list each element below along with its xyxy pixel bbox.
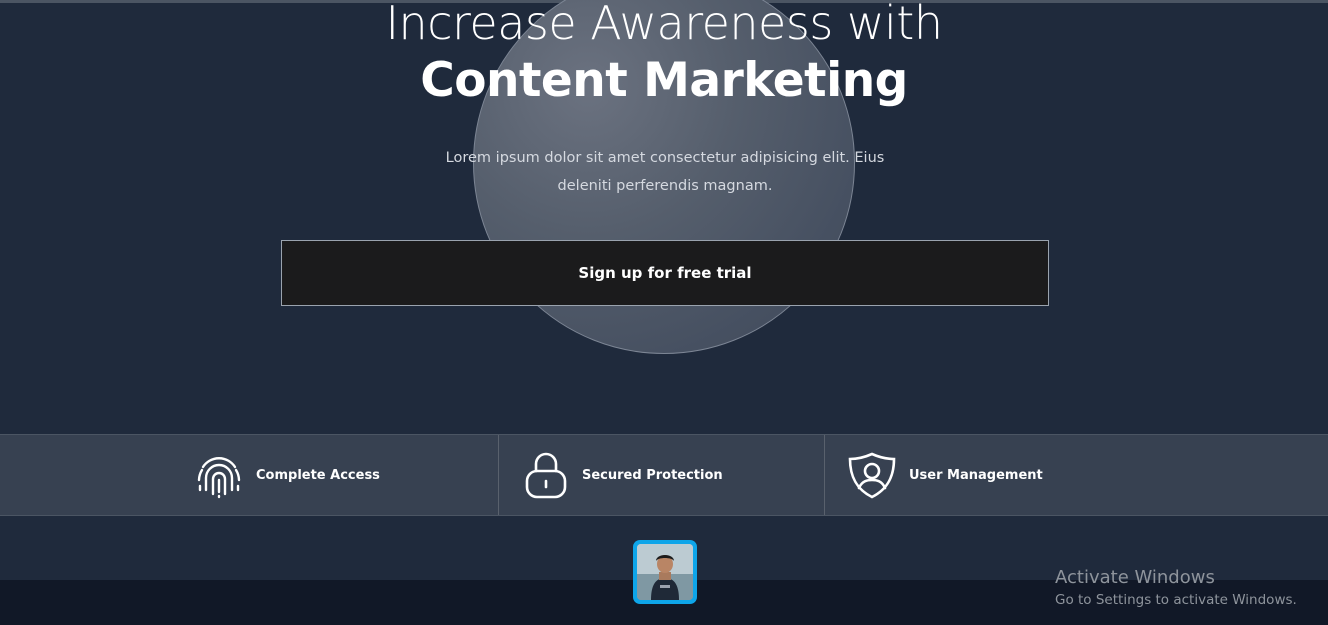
- features-bar: Complete Access Secured Protection User …: [0, 434, 1328, 516]
- feature-user-management: User Management: [847, 435, 1043, 515]
- avatar-image: [637, 544, 693, 600]
- signup-button[interactable]: Sign up for free trial: [281, 240, 1049, 306]
- activate-windows-title: Activate Windows: [1055, 567, 1215, 588]
- hero-description: Lorem ipsum dolor sit amet consectetur a…: [445, 150, 885, 194]
- user-shield-icon: [847, 450, 897, 500]
- feature-complete-access: Complete Access: [194, 435, 380, 515]
- signup-button-label: Sign up for free trial: [578, 264, 752, 282]
- fingerprint-icon: [194, 450, 244, 500]
- avatar[interactable]: [633, 540, 697, 604]
- activate-windows-subtitle: Go to Settings to activate Windows.: [1055, 592, 1297, 608]
- feature-divider: [824, 435, 825, 515]
- feature-label: User Management: [909, 467, 1043, 483]
- page: Increase Awareness with Content Marketin…: [0, 0, 1328, 625]
- feature-secured-protection: Secured Protection: [522, 435, 723, 515]
- feature-label: Complete Access: [256, 467, 380, 483]
- feature-label: Secured Protection: [582, 467, 723, 483]
- feature-divider: [498, 435, 499, 515]
- hero-title-line-2: Content Marketing: [420, 53, 908, 108]
- lock-icon: [522, 450, 570, 500]
- hero-title-line-1: Increase Awareness with: [385, 0, 943, 50]
